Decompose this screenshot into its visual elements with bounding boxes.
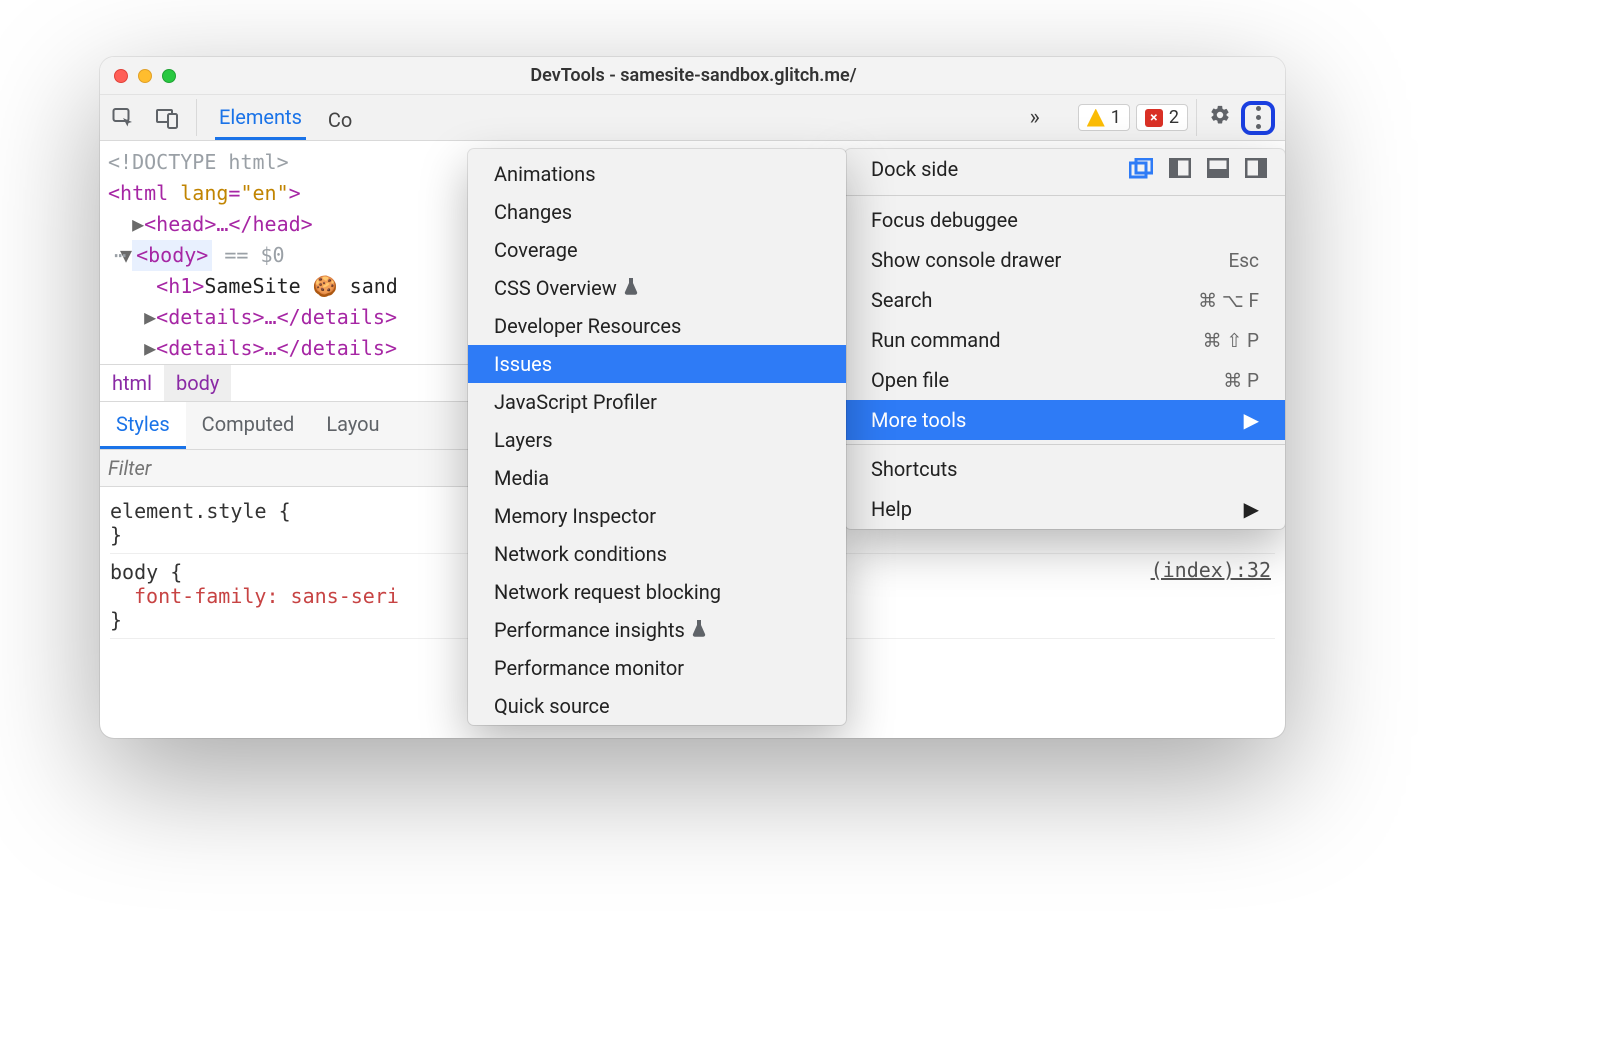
menu-item-shortcut: Esc	[1228, 249, 1259, 272]
close-icon[interactable]	[114, 69, 128, 83]
submenu-item-label: Performance monitor	[494, 656, 684, 680]
tab-layout[interactable]: Layou	[310, 402, 395, 449]
menu-item[interactable]: More tools ▶	[845, 400, 1285, 440]
menu-item[interactable]: Run command ⌘ ⇧ P	[845, 320, 1285, 360]
submenu-item[interactable]: Memory Inspector	[468, 497, 846, 535]
submenu-item-label: Issues	[494, 352, 552, 376]
submenu-item[interactable]: Changes	[468, 193, 846, 231]
submenu-item-label: Developer Resources	[494, 314, 681, 338]
submenu-item-label: Performance insights	[494, 618, 707, 642]
submenu-item[interactable]: Media	[468, 459, 846, 497]
menu-item-shortcut: ⌘ P	[1223, 369, 1259, 392]
tab-computed[interactable]: Computed	[186, 402, 311, 449]
menu-item[interactable]: Open file ⌘ P	[845, 360, 1285, 400]
menu-item-label: Show console drawer	[871, 248, 1061, 272]
submenu-item-label: Memory Inspector	[494, 504, 656, 528]
submenu-item-label: Changes	[494, 200, 572, 224]
submenu-item[interactable]: Layers	[468, 421, 846, 459]
kebab-icon	[1256, 106, 1261, 129]
warnings-badge[interactable]: 1	[1078, 104, 1130, 131]
overflow-tabs-icon[interactable]: »	[1023, 105, 1045, 130]
warning-icon	[1087, 109, 1105, 127]
main-menu: Dock side Focus debuggee Show console dra…	[845, 149, 1285, 529]
submenu-item-label: Network request blocking	[494, 580, 721, 604]
submenu-item-label: JavaScript Profiler	[494, 390, 657, 414]
tab-elements[interactable]: Elements	[215, 95, 306, 140]
submenu-item-label: Animations	[494, 162, 596, 186]
menu-item-label: Open file	[871, 368, 949, 392]
submenu-item[interactable]: Quick source	[468, 687, 846, 725]
submenu-item-label: Layers	[494, 428, 553, 452]
menu-dock-side: Dock side	[845, 149, 1285, 191]
errors-count: 2	[1169, 107, 1179, 128]
menu-item-label: Search	[871, 288, 932, 312]
flask-icon	[623, 276, 639, 300]
window-title: DevTools - samesite-sandbox.glitch.me/	[186, 65, 1201, 86]
menu-item-label: Help	[871, 497, 912, 521]
menu-item-shortcut: ⌘ ⇧ P	[1203, 329, 1259, 352]
tab-styles[interactable]: Styles	[100, 402, 186, 449]
submenu-item[interactable]: Coverage	[468, 231, 846, 269]
device-toggle-icon[interactable]	[150, 101, 184, 135]
menu-item-label: Focus debuggee	[871, 208, 1018, 232]
more-tools-submenu: Animations Changes Coverage CSS Overview Dev…	[468, 149, 846, 725]
submenu-item-label: Quick source	[494, 694, 610, 718]
traffic-lights	[114, 69, 176, 83]
submenu-item-label: Network conditions	[494, 542, 667, 566]
menu-item-label: Shortcuts	[871, 457, 957, 481]
submenu-item[interactable]: Network request blocking	[468, 573, 846, 611]
dock-right-icon[interactable]	[1245, 158, 1267, 180]
breadcrumb-html[interactable]: html	[100, 365, 164, 401]
dock-undock-icon[interactable]	[1129, 158, 1153, 180]
minimize-icon[interactable]	[138, 69, 152, 83]
breadcrumb-body[interactable]: body	[164, 365, 231, 401]
dock-left-icon[interactable]	[1169, 158, 1191, 180]
tab-console-truncated[interactable]: Co	[324, 98, 356, 140]
submenu-item[interactable]: Animations	[468, 155, 846, 193]
submenu-item-label: CSS Overview	[494, 276, 639, 300]
submenu-arrow-icon: ▶	[1244, 497, 1259, 521]
submenu-item[interactable]: Network conditions	[468, 535, 846, 573]
more-menu-button[interactable]	[1241, 101, 1275, 135]
menu-item[interactable]: Search ⌘ ⌥ F	[845, 280, 1285, 320]
flask-icon	[691, 618, 707, 642]
submenu-arrow-icon: ▶	[1244, 408, 1259, 432]
error-icon	[1145, 109, 1163, 127]
devtools-window: DevTools - samesite-sandbox.glitch.me/ E…	[100, 57, 1285, 738]
panel-tabs: Elements Co	[205, 95, 366, 140]
warnings-count: 1	[1111, 107, 1121, 128]
submenu-item[interactable]: JavaScript Profiler	[468, 383, 846, 421]
menu-item-shortcut: ⌘ ⌥ F	[1198, 289, 1259, 312]
submenu-item[interactable]: Developer Resources	[468, 307, 846, 345]
titlebar: DevTools - samesite-sandbox.glitch.me/	[100, 57, 1285, 95]
submenu-item[interactable]: Issues	[468, 345, 846, 383]
menu-item-label: More tools	[871, 408, 966, 432]
submenu-item[interactable]: Performance monitor	[468, 649, 846, 687]
errors-badge[interactable]: 2	[1136, 104, 1188, 131]
submenu-item[interactable]: CSS Overview	[468, 269, 846, 307]
menu-item[interactable]: Focus debuggee	[845, 200, 1285, 240]
rule-source-link[interactable]: (index):32	[1151, 558, 1271, 582]
menu-item[interactable]: Help ▶	[845, 489, 1285, 529]
inspect-icon[interactable]	[106, 101, 140, 135]
zoom-icon[interactable]	[162, 69, 176, 83]
submenu-item[interactable]: Performance insights	[468, 611, 846, 649]
menu-item[interactable]: Show console drawer Esc	[845, 240, 1285, 280]
toolbar: Elements Co » 1 2	[100, 95, 1285, 141]
submenu-item-label: Media	[494, 466, 549, 490]
dock-side-label: Dock side	[871, 157, 958, 181]
submenu-item-label: Coverage	[494, 238, 578, 262]
settings-icon[interactable]	[1205, 104, 1235, 132]
dock-bottom-icon[interactable]	[1207, 158, 1229, 180]
menu-item[interactable]: Shortcuts	[845, 449, 1285, 489]
menu-item-label: Run command	[871, 328, 1001, 352]
